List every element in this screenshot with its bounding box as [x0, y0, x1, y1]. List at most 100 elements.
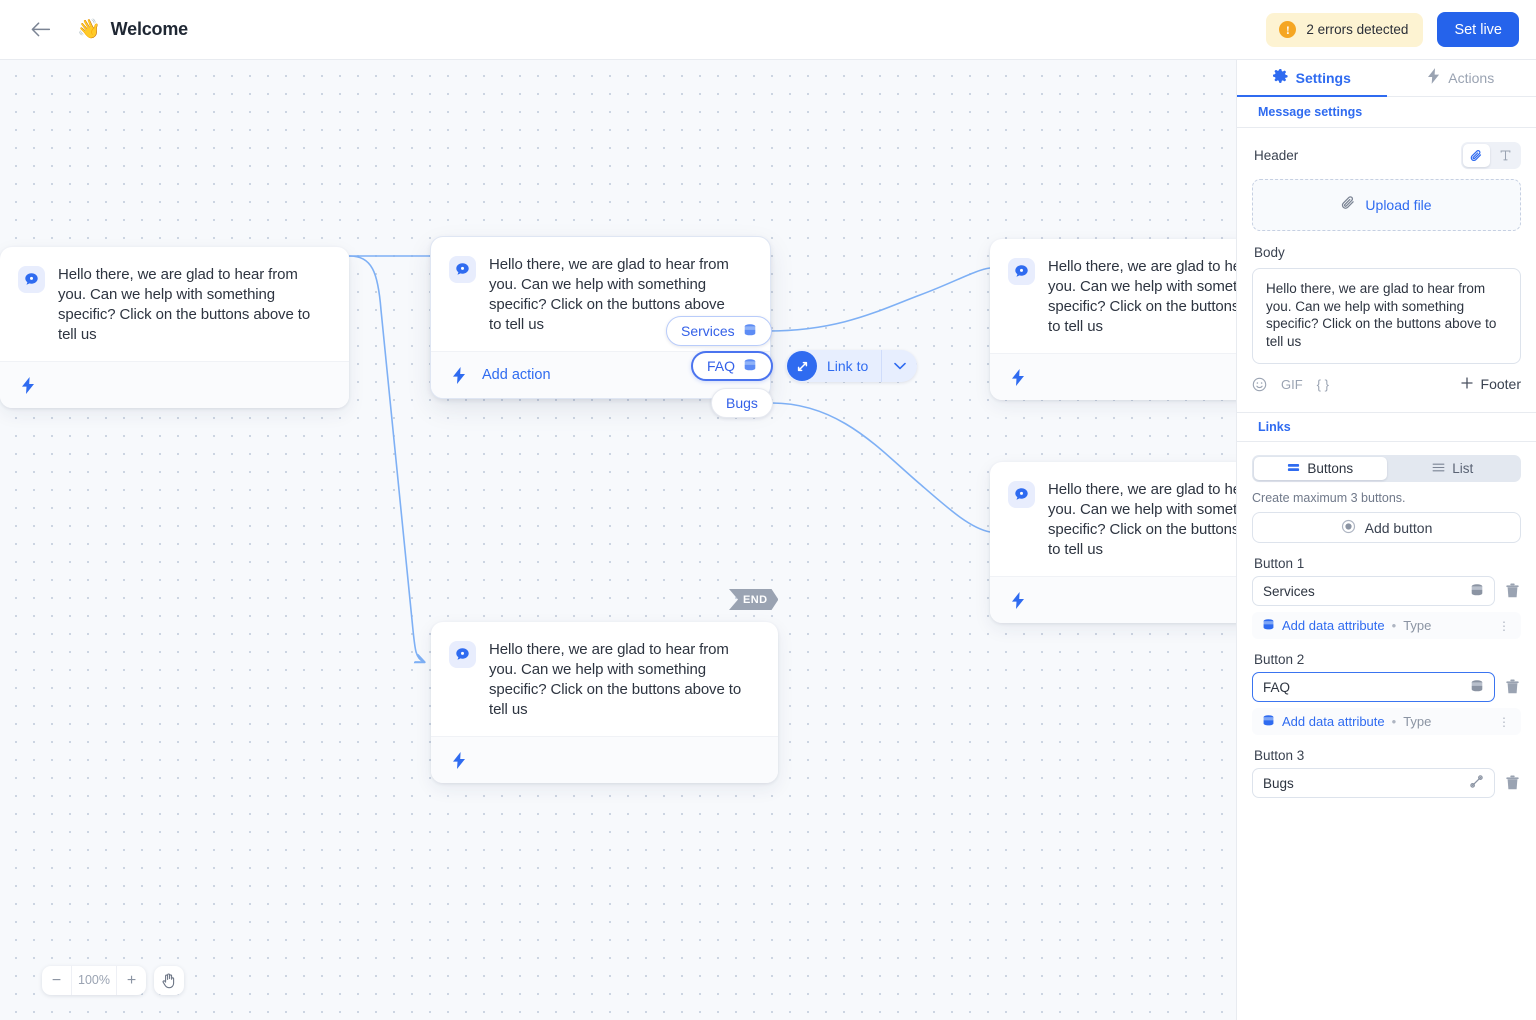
button-2-row: FAQ: [1252, 672, 1521, 702]
link-to-label: Link to: [827, 358, 869, 374]
button-1-attribute-row[interactable]: Add data attribute • Type ⋮: [1252, 612, 1521, 639]
link-diagonal-icon[interactable]: [1469, 774, 1484, 792]
links-mode-buttons[interactable]: Buttons: [1254, 457, 1387, 480]
links-hint: Create maximum 3 buttons.: [1252, 491, 1406, 505]
chat-bubble-icon: [449, 256, 476, 283]
database-icon: [1262, 618, 1275, 634]
panel-content: Header Upload file Body Hello there, we …: [1237, 128, 1536, 1020]
gif-button[interactable]: GIF: [1281, 377, 1303, 392]
errors-badge[interactable]: ! 2 errors detected: [1266, 12, 1424, 47]
bolt-icon[interactable]: [18, 376, 38, 394]
quick-reply-faq[interactable]: FAQ: [691, 351, 774, 381]
zoom-group: − 100% +: [42, 966, 146, 995]
button-2-value: FAQ: [1263, 679, 1291, 695]
attribute-separator: •: [1391, 618, 1397, 633]
radio-circle-icon: [1341, 519, 1356, 537]
gear-icon: [1272, 68, 1288, 87]
node-message-text: Hello there, we are glad to hear from yo…: [489, 641, 742, 718]
hand-pan-icon[interactable]: [154, 966, 184, 995]
variables-button[interactable]: { }: [1317, 377, 1329, 392]
settings-panel: Settings Actions Message settings Header: [1236, 60, 1536, 1020]
node-body: Hello there, we are glad to hear from yo…: [0, 247, 349, 361]
bolt-icon[interactable]: [1008, 591, 1028, 609]
button-2-input[interactable]: FAQ: [1252, 672, 1495, 702]
top-bar: 👋 Welcome ! 2 errors detected Set live: [0, 0, 1536, 60]
delete-button-1-icon[interactable]: [1504, 583, 1521, 599]
button-3-value: Bugs: [1263, 775, 1294, 791]
add-action-button[interactable]: Add action: [482, 367, 551, 383]
subtab-row: Message settings: [1237, 97, 1536, 128]
chat-bubble-icon: [1008, 258, 1035, 285]
tab-actions[interactable]: Actions: [1387, 60, 1536, 97]
message-node[interactable]: Hello there, we are glad to hear from yo…: [431, 622, 778, 783]
bolt-icon[interactable]: [449, 366, 469, 384]
button-3-row: Bugs: [1252, 768, 1521, 798]
delete-button-3-icon[interactable]: [1504, 775, 1521, 791]
header-label: Header: [1254, 148, 1299, 163]
zoom-controls: − 100% +: [42, 966, 184, 995]
button-3-input[interactable]: Bugs: [1252, 768, 1495, 798]
add-button-label: Add button: [1364, 519, 1433, 536]
zoom-level[interactable]: 100%: [71, 966, 117, 995]
text-format-icon[interactable]: [1492, 144, 1519, 167]
quick-reply-services[interactable]: Services: [666, 316, 772, 346]
emoji-icon[interactable]: [1252, 377, 1267, 392]
list-icon: [1432, 461, 1445, 477]
subtab-message-settings[interactable]: Message settings: [1237, 105, 1362, 119]
body-toolbar: GIF { } Footer: [1252, 373, 1521, 395]
set-live-button[interactable]: Set live: [1437, 12, 1519, 47]
add-footer-label: Footer: [1480, 376, 1521, 392]
message-node[interactable]: Hello there, we are glad to hear from yo…: [0, 247, 349, 408]
back-icon[interactable]: [27, 17, 53, 43]
node-footer: [431, 736, 778, 783]
attribute-type-label: Type: [1403, 618, 1432, 633]
add-data-attribute-link[interactable]: Add data attribute: [1282, 618, 1385, 633]
button-2-more-icon[interactable]: ⋮: [1498, 715, 1511, 729]
zoom-out-button[interactable]: −: [42, 966, 71, 995]
add-footer-button[interactable]: Footer: [1460, 376, 1521, 393]
button-1-value: Services: [1263, 583, 1315, 599]
tab-actions-label: Actions: [1448, 69, 1495, 86]
database-icon: [743, 323, 757, 340]
button-1-label: Button 1: [1254, 556, 1305, 571]
zoom-in-button[interactable]: +: [117, 966, 146, 995]
body-label: Body: [1254, 245, 1285, 260]
button-1-input[interactable]: Services: [1252, 576, 1495, 606]
database-icon: [1262, 714, 1275, 730]
pill-label: Services: [681, 323, 735, 339]
add-data-attribute-link[interactable]: Add data attribute: [1282, 714, 1385, 729]
links-mode-buttons-label: Buttons: [1307, 461, 1354, 476]
links-mode-list-label: List: [1452, 461, 1474, 476]
node-body: Hello there, we are glad to hear from yo…: [431, 622, 778, 736]
node-message-text: Hello there, we are glad to hear from yo…: [58, 266, 311, 343]
link-diagonal-icon: [787, 351, 817, 381]
chat-bubble-icon: [1008, 481, 1035, 508]
bolt-icon[interactable]: [449, 751, 469, 769]
bolt-icon: [1428, 68, 1440, 87]
button-3-label: Button 3: [1254, 748, 1305, 763]
header-row: Header: [1237, 142, 1536, 169]
delete-button-2-icon[interactable]: [1504, 679, 1521, 695]
panel-tabs: Settings Actions: [1237, 60, 1536, 97]
paperclip-icon: [1341, 195, 1356, 215]
database-icon[interactable]: [1470, 583, 1484, 600]
topbar-actions: ! 2 errors detected Set live: [1266, 12, 1519, 47]
body-textarea[interactable]: Hello there, we are glad to hear from yo…: [1252, 268, 1521, 364]
tab-settings-label: Settings: [1295, 69, 1351, 86]
paperclip-icon[interactable]: [1463, 144, 1490, 167]
quick-reply-bugs[interactable]: Bugs: [711, 388, 773, 418]
pill-label: FAQ: [707, 358, 736, 374]
attribute-type-label: Type: [1403, 714, 1432, 729]
chevron-down-icon[interactable]: [881, 350, 917, 382]
database-icon[interactable]: [1470, 679, 1484, 696]
button-2-attribute-row[interactable]: Add data attribute • Type ⋮: [1252, 708, 1521, 735]
add-button-row[interactable]: Add button: [1252, 512, 1521, 543]
button-1-more-icon[interactable]: ⋮: [1498, 619, 1511, 633]
tab-settings[interactable]: Settings: [1237, 60, 1387, 97]
bolt-icon[interactable]: [1008, 368, 1028, 386]
links-mode-toggle: Buttons List: [1252, 455, 1521, 482]
upload-file-dropzone[interactable]: Upload file: [1252, 179, 1521, 231]
pill-label: Bugs: [726, 395, 758, 411]
link-to-control[interactable]: Link to: [786, 350, 918, 382]
links-mode-list[interactable]: List: [1387, 457, 1520, 480]
